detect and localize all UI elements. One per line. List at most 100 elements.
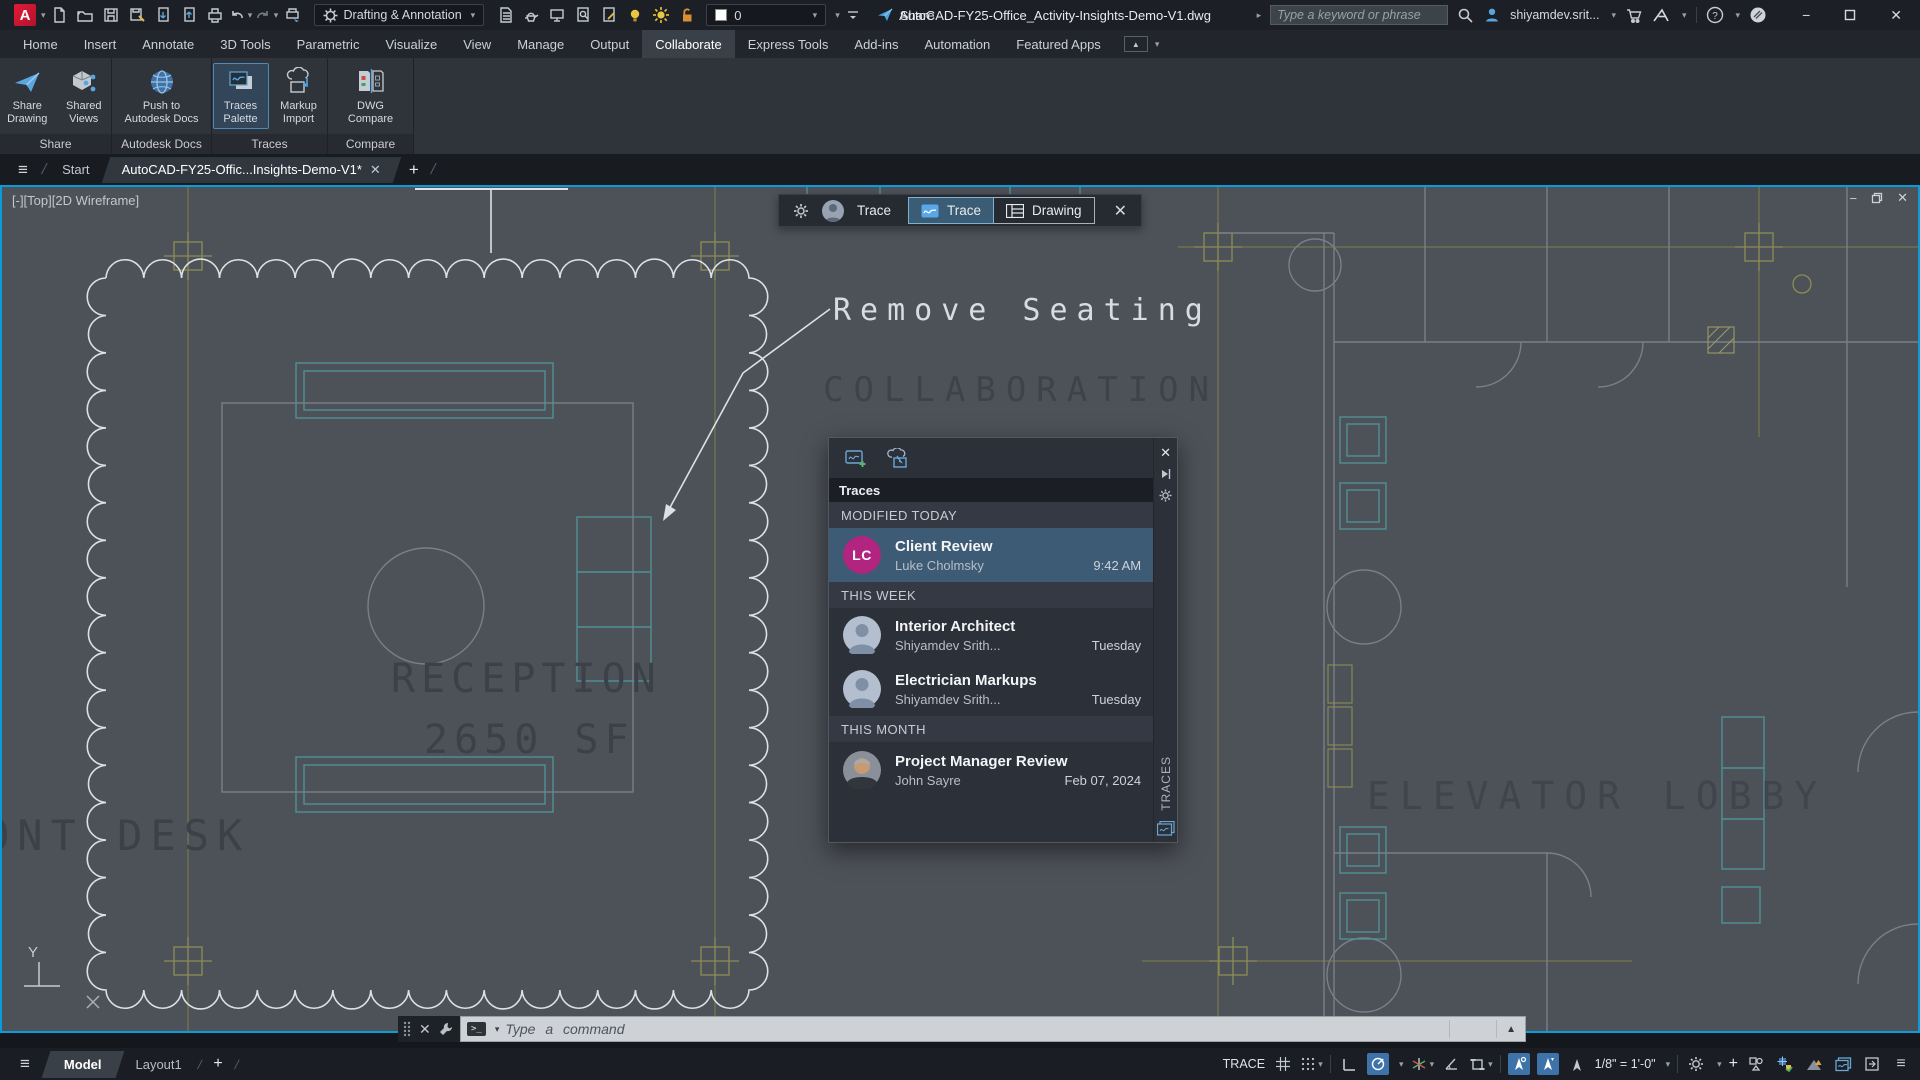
model-tab[interactable]: Model: [46, 1051, 120, 1078]
polar-tracking-toggle[interactable]: [1367, 1053, 1390, 1075]
viewport-close-button[interactable]: ✕: [1897, 190, 1908, 206]
command-input[interactable]: [505, 1021, 1444, 1037]
lock-button[interactable]: [674, 3, 700, 27]
close-button[interactable]: ✕: [1890, 7, 1902, 24]
app-menu-arrow-icon[interactable]: ▾: [41, 10, 46, 21]
new-tab-button[interactable]: +: [403, 160, 425, 180]
panel-label-traces[interactable]: Traces: [212, 134, 327, 154]
undo-button[interactable]: ▾: [228, 3, 254, 27]
file-tab-close-icon[interactable]: ✕: [370, 162, 381, 178]
batch-plot-button[interactable]: [280, 3, 306, 27]
trace-item-electrician-markups[interactable]: Electrician Markups Shiyamdev Srith... Tu…: [829, 662, 1154, 716]
app-menu-button[interactable]: A: [14, 4, 36, 26]
command-history-button[interactable]: ▲: [1503, 1024, 1519, 1035]
redo-button[interactable]: ▾: [254, 3, 280, 27]
drawing-mode-button[interactable]: Drawing: [994, 197, 1095, 224]
autodesk-logo-icon[interactable]: [1652, 7, 1670, 23]
file-tabs-menu-icon[interactable]: ≡: [10, 160, 36, 180]
tab-insert[interactable]: Insert: [71, 30, 130, 58]
new-drawing-button[interactable]: [46, 3, 72, 27]
trace-settings-gear-icon[interactable]: [793, 203, 809, 219]
annotation-scale-value[interactable]: 1/8" = 1'-0": [1595, 1057, 1656, 1071]
viewport-restore-button[interactable]: [1871, 192, 1883, 204]
markup-button[interactable]: [596, 3, 622, 27]
panel-label-compare[interactable]: Compare: [328, 134, 413, 154]
trace-mode-label[interactable]: TRACE: [1223, 1057, 1265, 1071]
trace-toolbar-close-button[interactable]: ✕: [1114, 201, 1127, 221]
layout1-tab[interactable]: Layout1: [127, 1057, 189, 1072]
tab-add-ins[interactable]: Add-ins: [841, 30, 911, 58]
brightness-button[interactable]: [648, 3, 674, 27]
workspace-switcher[interactable]: Drafting & Annotation ▾: [313, 4, 485, 26]
shared-views-button[interactable]: Shared Views: [57, 63, 112, 129]
palette-close-button[interactable]: ✕: [1160, 446, 1171, 460]
search-icon[interactable]: [1457, 7, 1474, 24]
isodraft-flyout-arrow-icon[interactable]: ▾: [1430, 1059, 1435, 1070]
feedback-icon[interactable]: [1749, 6, 1767, 24]
workspace-switching-button[interactable]: [1685, 1053, 1707, 1075]
clean-screen-button[interactable]: [1861, 1053, 1883, 1075]
share-view-button[interactable]: [544, 3, 570, 27]
panel-label-autodesk-docs[interactable]: Autodesk Docs: [112, 134, 211, 154]
search-flyout-arrow-icon[interactable]: ▸: [1257, 10, 1262, 21]
lightbulb-button[interactable]: [622, 3, 648, 27]
share-drawing-button[interactable]: Share Drawing: [0, 63, 55, 129]
annotation-autoscale-toggle[interactable]: [1536, 1053, 1559, 1075]
tab-manage[interactable]: Manage: [504, 30, 577, 58]
status-customization-plus-button[interactable]: +: [1729, 1055, 1738, 1073]
trace-item-project-manager-review[interactable]: Project Manager Review John Sayre Feb 07,…: [829, 742, 1154, 798]
palette-trace-badge-icon[interactable]: [1156, 821, 1175, 836]
cart-icon[interactable]: [1625, 7, 1643, 24]
open-button[interactable]: [72, 3, 98, 27]
viewport-minimize-button[interactable]: −: [1850, 191, 1858, 206]
scale-flyout-arrow-icon[interactable]: ▾: [1666, 1059, 1671, 1070]
status-customization-menu[interactable]: ≡: [1890, 1053, 1912, 1075]
traces-palette-button[interactable]: Traces Palette: [212, 63, 269, 129]
command-customize-wrench-icon[interactable]: [438, 1021, 454, 1037]
tab-automation[interactable]: Automation: [911, 30, 1003, 58]
user-menu-arrow-icon[interactable]: ▾: [1611, 10, 1616, 21]
layout-menu-icon[interactable]: ≡: [12, 1054, 38, 1074]
osnap-flyout-arrow-icon[interactable]: ▾: [1488, 1059, 1493, 1070]
user-name[interactable]: shiyamdev.srit...: [1510, 8, 1599, 22]
sheet-set-button[interactable]: [492, 3, 518, 27]
save-as-button[interactable]: [124, 3, 150, 27]
help-icon[interactable]: ?: [1706, 6, 1724, 24]
snap-mode-toggle[interactable]: ▾: [1301, 1053, 1323, 1075]
tab-parametric[interactable]: Parametric: [284, 30, 373, 58]
trace-item-interior-architect[interactable]: Interior Architect Shiyamdev Srith... Tue…: [829, 608, 1154, 662]
palette-properties-gear-icon[interactable]: [1159, 489, 1172, 502]
save-button[interactable]: [98, 3, 124, 27]
auto-hide-pin-icon[interactable]: [1160, 468, 1172, 480]
trace-mode-button[interactable]: Trace: [908, 197, 995, 224]
ribbon-collapse-button[interactable]: ▲: [1123, 36, 1148, 52]
object-snap-tracking-toggle[interactable]: [1441, 1053, 1463, 1075]
tab-home[interactable]: Home: [10, 30, 71, 58]
plot-button[interactable]: [202, 3, 228, 27]
trace-status-button[interactable]: [1832, 1053, 1854, 1075]
tab-view[interactable]: View: [450, 30, 504, 58]
tab-annotate[interactable]: Annotate: [129, 30, 207, 58]
search-input[interactable]: [1277, 8, 1442, 22]
drawing-canvas[interactable]: Remove Seating COLLABORATION RECEPTION 2…: [0, 185, 1920, 1033]
command-close-button[interactable]: ✕: [419, 1021, 431, 1038]
qat-customize-button[interactable]: [840, 3, 866, 27]
file-tab-active[interactable]: AutoCAD-FY25-Offic...Insights-Demo-V1* ✕: [106, 157, 397, 183]
user-icon[interactable]: [1483, 6, 1501, 24]
tab-collaborate[interactable]: Collaborate: [642, 30, 735, 58]
panel-label-share[interactable]: Share: [0, 134, 111, 154]
save-to-web-button[interactable]: [150, 3, 176, 27]
command-prompt-icon[interactable]: >_: [467, 1022, 486, 1036]
new-trace-icon[interactable]: [845, 448, 867, 468]
grid-display-toggle[interactable]: [1272, 1053, 1294, 1075]
snap-flyout-arrow-icon[interactable]: ▾: [1318, 1059, 1323, 1070]
polar-flyout-arrow-icon[interactable]: ▾: [1399, 1059, 1404, 1070]
autodesk-menu-arrow-icon[interactable]: ▾: [1682, 10, 1687, 21]
file-tab-start[interactable]: Start: [52, 162, 99, 177]
command-drag-handle[interactable]: [402, 1021, 412, 1037]
minimize-button[interactable]: −: [1802, 7, 1810, 23]
annotation-visibility-toggle[interactable]: [1507, 1053, 1530, 1075]
isometric-drafting-toggle[interactable]: ▾: [1411, 1053, 1435, 1075]
dwg-compare-button[interactable]: DWG Compare: [343, 63, 399, 129]
ribbon-collapse-arrow-icon[interactable]: ▾: [1155, 39, 1160, 50]
